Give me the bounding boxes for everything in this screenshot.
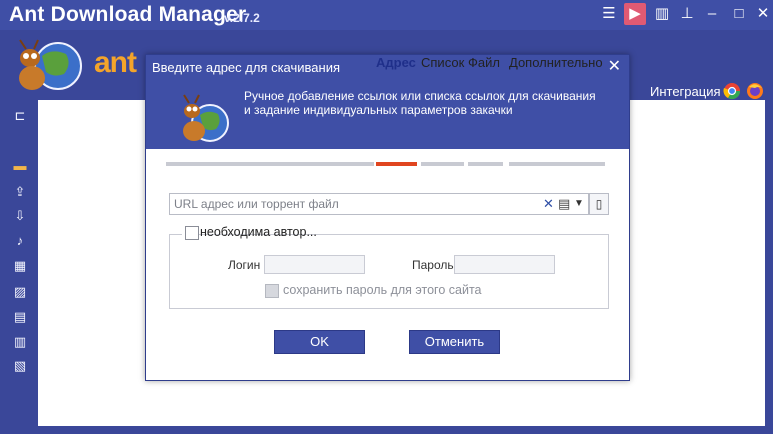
password-label: Пароль <box>412 258 454 272</box>
auth-required-checkbox[interactable] <box>185 226 199 240</box>
tab-divider <box>509 162 605 166</box>
menu-icon[interactable]: ☰ <box>598 3 620 25</box>
image-icon[interactable]: ▨ <box>11 284 29 300</box>
equalizer-icon[interactable]: ▥ <box>651 3 673 25</box>
url-field: ✕ ▤ ▼ <box>169 193 589 215</box>
tab-advanced[interactable]: Дополнительно <box>509 55 603 70</box>
password-input[interactable] <box>454 255 555 274</box>
folder-icon[interactable]: ▬ <box>11 158 29 174</box>
maximize-icon[interactable]: □ <box>728 3 750 25</box>
close-icon[interactable]: ✕ <box>608 57 621 77</box>
ant-logo <box>183 94 229 142</box>
auth-required-label[interactable]: необходима автор... <box>200 225 317 239</box>
upload-icon[interactable]: ⇪ <box>11 184 29 200</box>
save-password-checkbox[interactable] <box>265 284 279 298</box>
title-bar: Ant Download Manager v.2.7.2 ☰ ▶ ▥ ⊥ – □… <box>0 0 773 30</box>
play-icon[interactable]: ▶ <box>624 3 646 25</box>
cancel-button[interactable]: Отменить <box>409 330 500 354</box>
video-icon[interactable]: ▦ <box>11 258 29 274</box>
tab-divider <box>166 162 374 166</box>
login-input[interactable] <box>264 255 365 274</box>
tab-divider <box>421 162 464 166</box>
document-icon[interactable]: ▯ <box>589 193 609 215</box>
program-icon[interactable]: ▧ <box>11 358 29 374</box>
app-version: v.2.7.2 <box>224 11 260 25</box>
chevron-down-icon[interactable]: ▼ <box>574 195 584 213</box>
active-tab-indicator <box>376 162 417 166</box>
sidebar: ⊏ ▬ ⇪ ⇩ ♪ ▦ ▨ ▤ ▥ ▧ <box>0 100 38 434</box>
brand-logo-text: ant <box>94 46 137 79</box>
save-password-label: сохранить пароль для этого сайта <box>283 283 482 297</box>
tab-file[interactable]: Файл <box>468 55 500 70</box>
app-title: Ant Download Manager <box>9 3 247 26</box>
ok-button[interactable]: OK <box>274 330 365 354</box>
clipboard-icon[interactable]: ▤ <box>558 195 570 213</box>
pin-icon[interactable]: ⊥ <box>676 3 698 25</box>
close-icon[interactable]: ✕ <box>752 3 773 25</box>
tree-icon[interactable]: ⊏ <box>11 108 29 124</box>
ant-logo <box>19 39 82 90</box>
firefox-icon[interactable] <box>746 82 764 100</box>
dialog-description: Ручное добавление ссылок или списка ссыл… <box>244 89 596 117</box>
integration-label[interactable]: Интеграция <box>650 84 721 99</box>
auth-legend: необходима автор... <box>182 224 317 242</box>
url-input[interactable] <box>174 197 534 211</box>
clear-icon[interactable]: ✕ <box>543 195 554 213</box>
tab-list[interactable]: Список <box>421 55 464 70</box>
chrome-icon[interactable] <box>723 82 741 100</box>
download-icon[interactable]: ⇩ <box>11 208 29 224</box>
minimize-icon[interactable]: – <box>701 3 723 25</box>
tab-address[interactable]: Адрес <box>376 55 416 70</box>
dialog-title: Введите адрес для скачивания <box>152 60 341 75</box>
add-url-dialog: Введите адрес для скачивания ✕ Ручное до… <box>145 54 630 381</box>
document-icon[interactable]: ▥ <box>11 334 29 350</box>
tab-divider <box>468 162 503 166</box>
login-label: Логин <box>228 258 261 272</box>
archive-icon[interactable]: ▤ <box>11 309 29 325</box>
audio-icon[interactable]: ♪ <box>11 233 29 249</box>
